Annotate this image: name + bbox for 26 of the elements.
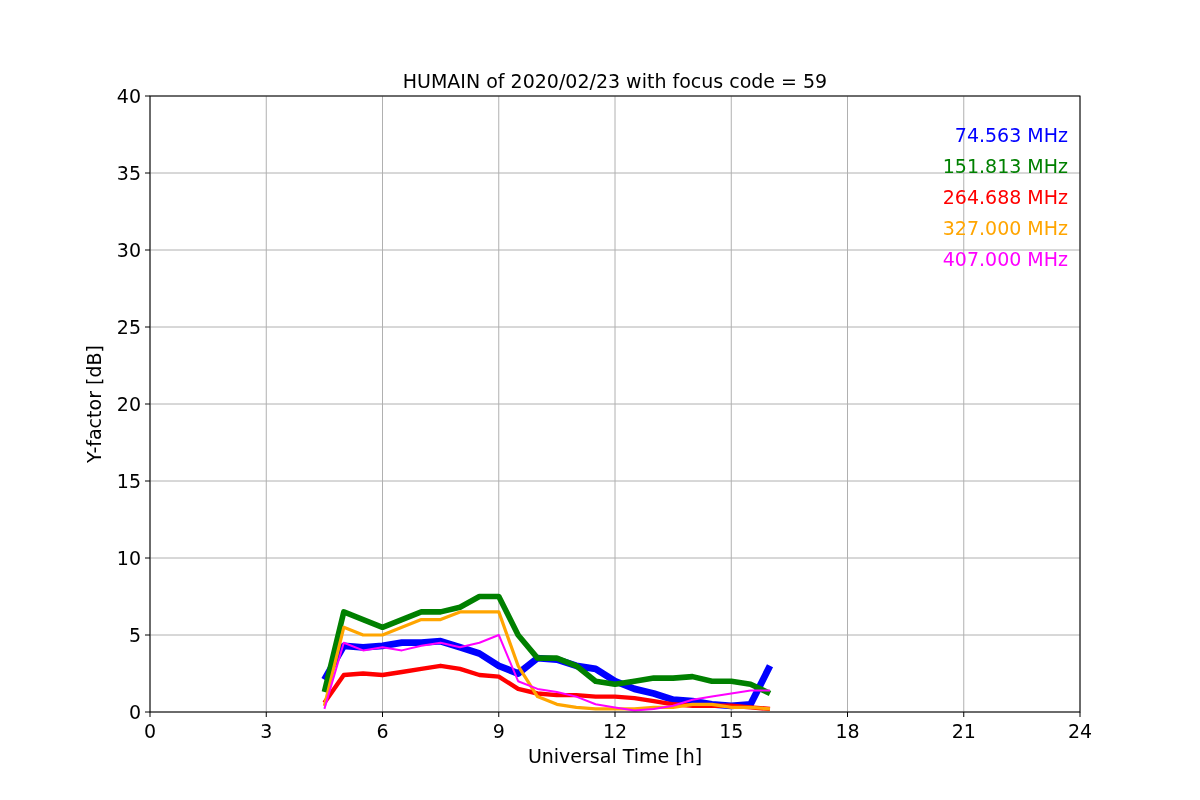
y-axis-label: Y-factor [dB]: [83, 345, 105, 463]
x-tick-label: 6: [376, 720, 389, 742]
y-tick-label: 35: [116, 162, 141, 184]
y-tick-label: 20: [116, 393, 141, 415]
y-tick-label: 15: [116, 470, 141, 492]
legend-label: 264.688 MHz: [942, 186, 1068, 208]
x-tick-label: 0: [143, 720, 157, 742]
x-tick-label: 18: [835, 720, 860, 742]
x-axis-label: Universal Time [h]: [527, 745, 703, 767]
x-tick-label: 24: [1067, 720, 1093, 742]
x-tick-label: 3: [260, 720, 273, 742]
legend-label: 151.813 MHz: [942, 155, 1068, 177]
y-tick-label: 10: [116, 547, 141, 569]
chart-title: HUMAIN of 2020/02/23 with focus code = 59: [402, 70, 828, 92]
y-tick-label: 30: [116, 239, 141, 261]
y-tick-label: 40: [116, 85, 141, 107]
x-tick-label: 21: [951, 720, 976, 742]
y-tick-label: 25: [116, 316, 141, 338]
x-tick-label: 12: [602, 720, 628, 742]
x-tick-label: 15: [719, 720, 744, 742]
legend-label: 407.000 MHz: [942, 248, 1068, 270]
y-tick-label: 0: [128, 701, 141, 723]
legend-label: 327.000 MHz: [942, 217, 1068, 239]
legend-label: 74.563 MHz: [954, 124, 1068, 146]
x-tick-label: 9: [492, 720, 505, 742]
y-tick-label: 5: [128, 624, 141, 646]
